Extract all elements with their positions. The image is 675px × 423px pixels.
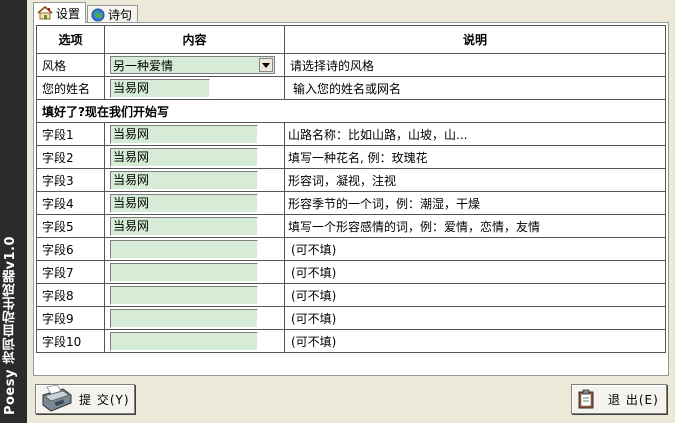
tab-settings[interactable]: 设置 bbox=[33, 2, 87, 23]
table-row: 字段3 当易网 形容词，凝视，注视 bbox=[36, 168, 666, 192]
field-input[interactable] bbox=[110, 262, 258, 282]
field-label: 字段9 bbox=[36, 306, 105, 330]
field-cell bbox=[104, 260, 285, 284]
field-cell: 当易网 bbox=[104, 214, 285, 238]
style-desc: 请选择诗的风格 bbox=[284, 53, 666, 77]
table-row: 字段6 (可不填) bbox=[36, 237, 666, 261]
table-row: 字段1 当易网 山路名称：比如山路，山坡，山... bbox=[36, 122, 666, 146]
field-rows: 字段1 当易网 山路名称：比如山路，山坡，山... 字段2 当易网 填写一种花名, 例：玫… bbox=[36, 122, 666, 353]
exit-label: 退 出(E) bbox=[608, 392, 659, 407]
field-cell bbox=[104, 306, 285, 330]
app-title: Poesy 诗词自动生成器v1.0 bbox=[3, 235, 18, 415]
globe-icon bbox=[91, 8, 105, 21]
tab-poem[interactable]: 诗句 bbox=[87, 5, 139, 23]
fax-machine-icon bbox=[42, 385, 72, 412]
field-label: 字段1 bbox=[36, 122, 105, 146]
table-row: 字段2 当易网 填写一种花名, 例：玫瑰花 bbox=[36, 145, 666, 169]
table-row: 字段10 (可不填) bbox=[36, 329, 666, 353]
field-input[interactable]: 当易网 bbox=[110, 124, 258, 144]
field-cell bbox=[104, 283, 285, 307]
table-row: 字段4 当易网 形容季节的一个词，例：潮湿，干燥 bbox=[36, 191, 666, 215]
style-select[interactable]: 另一种爱情 bbox=[110, 56, 275, 74]
table-row: 字段7 (可不填) bbox=[36, 260, 666, 284]
style-label: 风格 bbox=[36, 53, 105, 77]
tab-settings-label: 设置 bbox=[56, 6, 81, 21]
field-desc: (可不填) bbox=[284, 283, 666, 307]
table-row: 您的姓名 当易网 输入您的姓名或网名 bbox=[36, 76, 666, 100]
header-option: 选项 bbox=[36, 25, 105, 54]
name-input[interactable]: 当易网 bbox=[110, 78, 210, 98]
field-input[interactable] bbox=[110, 239, 258, 259]
settings-panel: 选项 内容 说明 风格 另一种爱情 请选择诗的风格 您的姓名 当易网 输入您的姓… bbox=[33, 22, 669, 376]
section-heading: 填好了?现在我们开始写 bbox=[36, 99, 666, 123]
field-cell: 当易网 bbox=[104, 122, 285, 146]
name-desc: 输入您的姓名或网名 bbox=[284, 76, 666, 100]
table-row: 字段9 (可不填) bbox=[36, 306, 666, 330]
table-row: 字段8 (可不填) bbox=[36, 283, 666, 307]
field-desc: 形容词，凝视，注视 bbox=[284, 168, 666, 192]
header-desc: 说明 bbox=[284, 25, 666, 54]
submit-button[interactable]: 提 交(Y) bbox=[35, 384, 135, 414]
field-cell: 当易网 bbox=[104, 145, 285, 169]
field-desc: (可不填) bbox=[284, 237, 666, 261]
field-desc: (可不填) bbox=[284, 329, 666, 353]
exit-button[interactable]: 退 出(E) bbox=[571, 384, 667, 414]
field-input[interactable] bbox=[110, 308, 258, 328]
section-row: 填好了?现在我们开始写 bbox=[36, 99, 666, 123]
field-input[interactable] bbox=[110, 331, 258, 351]
field-label: 字段3 bbox=[36, 168, 105, 192]
field-label: 字段5 bbox=[36, 214, 105, 238]
field-desc: (可不填) bbox=[284, 306, 666, 330]
style-select-value: 另一种爱情 bbox=[113, 58, 174, 73]
tab-poem-label: 诗句 bbox=[108, 8, 133, 22]
field-desc: 填写一种花名, 例：玫瑰花 bbox=[284, 145, 666, 169]
tab-bar: 设置 诗句 bbox=[33, 2, 139, 23]
field-label: 字段7 bbox=[36, 260, 105, 284]
settings-table: 选项 内容 说明 风格 另一种爱情 请选择诗的风格 您的姓名 当易网 输入您的姓… bbox=[36, 25, 666, 353]
style-cell: 另一种爱情 bbox=[104, 53, 285, 77]
field-cell: 当易网 bbox=[104, 168, 285, 192]
name-cell: 当易网 bbox=[104, 76, 285, 100]
submit-label: 提 交(Y) bbox=[79, 392, 130, 407]
field-cell bbox=[104, 329, 285, 353]
field-label: 字段6 bbox=[36, 237, 105, 261]
field-input[interactable]: 当易网 bbox=[110, 147, 258, 167]
chevron-down-icon[interactable] bbox=[259, 58, 273, 72]
field-input[interactable] bbox=[110, 285, 258, 305]
clipboard-icon bbox=[578, 389, 594, 409]
field-label: 字段2 bbox=[36, 145, 105, 169]
home-icon bbox=[37, 6, 53, 20]
table-row: 字段5 当易网 填写一个形容感情的词，例：爱情，恋情，友情 bbox=[36, 214, 666, 238]
table-row: 风格 另一种爱情 请选择诗的风格 bbox=[36, 53, 666, 77]
header-content: 内容 bbox=[104, 25, 285, 54]
field-cell: 当易网 bbox=[104, 191, 285, 215]
app-title-sidebar: Poesy 诗词自动生成器v1.0 bbox=[0, 0, 27, 423]
field-desc: 填写一个形容感情的词，例：爱情，恋情，友情 bbox=[284, 214, 666, 238]
field-label: 字段8 bbox=[36, 283, 105, 307]
field-input[interactable]: 当易网 bbox=[110, 170, 258, 190]
field-input[interactable]: 当易网 bbox=[110, 193, 258, 213]
table-header-row: 选项 内容 说明 bbox=[36, 25, 666, 54]
name-label: 您的姓名 bbox=[36, 76, 105, 100]
field-desc: 形容季节的一个词，例：潮湿，干燥 bbox=[284, 191, 666, 215]
field-desc: 山路名称：比如山路，山坡，山... bbox=[284, 122, 666, 146]
field-label: 字段10 bbox=[36, 329, 105, 353]
field-desc: (可不填) bbox=[284, 260, 666, 284]
field-label: 字段4 bbox=[36, 191, 105, 215]
field-input[interactable]: 当易网 bbox=[110, 216, 258, 236]
field-cell bbox=[104, 237, 285, 261]
